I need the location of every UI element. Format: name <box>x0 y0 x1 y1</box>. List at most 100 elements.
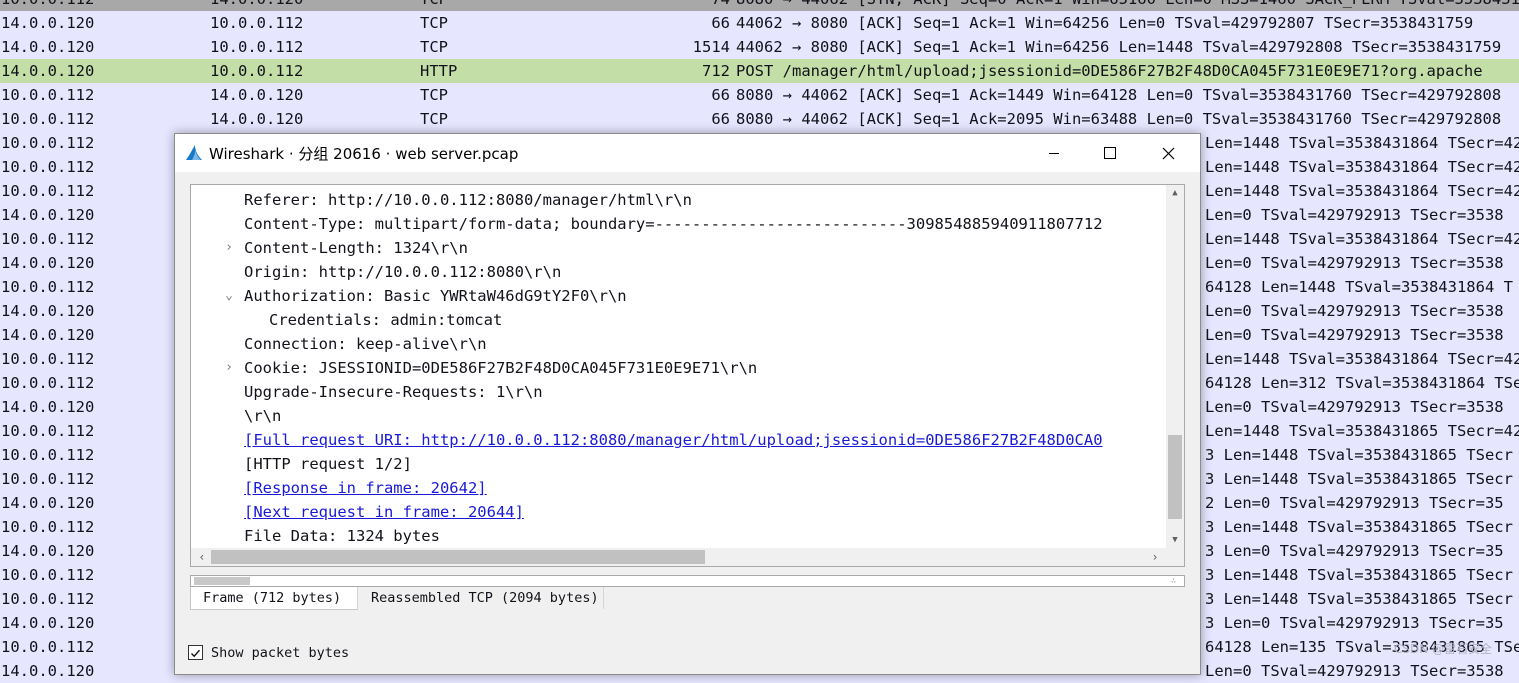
packet-source: 10.0.0.112 <box>1 374 95 392</box>
minimize-button[interactable] <box>1025 134 1083 172</box>
packet-length: 66 <box>711 86 730 104</box>
packet-info-visible: Len=0 TSval=429792913 TSecr=3538 <box>1205 206 1504 224</box>
resize-grip-icon[interactable]: ∴ <box>1171 576 1176 586</box>
detail-line[interactable]: [Next request in frame: 20644] <box>191 500 1166 524</box>
packet-source: 10.0.0.112 <box>1 590 95 608</box>
detail-line[interactable]: ⌄ Authorization: Basic YWRtaW46dG9tY2F0\r… <box>191 284 1166 308</box>
packet-destination: 10.0.0.112 <box>210 38 304 56</box>
detail-line[interactable]: › Cookie: JSESSIONID=0DE586F27B2F48D0CA04… <box>191 356 1166 380</box>
tab-reassembled-tcp[interactable]: Reassembled TCP (2094 bytes) <box>357 587 604 609</box>
detail-text: [HTTP request 1/2] <box>244 455 412 473</box>
detail-text: \r\n <box>244 407 282 425</box>
packet-info-visible: Len=0 TSval=429792913 TSecr=3538 <box>1205 662 1504 680</box>
packet-info-visible: 3 Len=1448 TSval=3538431865 TSecr <box>1205 566 1513 584</box>
collapsed-arrow-icon[interactable]: › <box>222 236 236 260</box>
packet-row[interactable]: 10.0.0.112 14.0.0.120 TCP 66 8080 → 44062 [A… <box>0 107 1519 131</box>
title-bar[interactable]: Wireshark · 分组 20616 · web server.pcap <box>175 134 1200 172</box>
scroll-left-arrow-icon[interactable]: ‹ <box>193 548 211 566</box>
detail-line[interactable]: File Data: 1324 bytes <box>191 524 1166 548</box>
collapsed-arrow-icon[interactable]: › <box>222 356 236 380</box>
checkbox-box[interactable] <box>188 645 203 660</box>
packet-source: 10.0.0.112 <box>1 278 95 296</box>
detail-line[interactable]: › Content-Length: 1324\r\n <box>191 236 1166 260</box>
packet-source: 14.0.0.120 <box>1 542 95 560</box>
detail-text: Content-Type: multipart/form-data; bound… <box>244 215 1103 233</box>
detail-link[interactable]: [Full request URI: http://10.0.0.112:808… <box>244 428 1103 452</box>
packet-protocol: HTTP <box>420 62 458 80</box>
scroll-corner <box>1166 548 1184 566</box>
packet-row[interactable]: 10.0.0.112 14.0.0.120 TCP 66 8080 → 44062 [A… <box>0 83 1519 107</box>
packet-source: 14.0.0.120 <box>1 662 95 680</box>
packet-details-tree[interactable]: Referer: http://10.0.0.112:8080/manager/… <box>190 184 1185 567</box>
detail-line[interactable]: \r\n <box>191 404 1166 428</box>
detail-line[interactable]: Connection: keep-alive\r\n <box>191 332 1166 356</box>
packet-source: 10.0.0.112 <box>1 110 95 128</box>
packet-info-visible: Len=0 TSval=429792913 TSecr=3538 <box>1205 326 1504 344</box>
packet-source: 10.0.0.112 <box>1 446 95 464</box>
packet-info-visible: 2 Len=0 TSval=429792913 TSecr=35 <box>1205 494 1504 512</box>
detail-line[interactable]: Referer: http://10.0.0.112:8080/manager/… <box>191 188 1166 212</box>
packet-info: 44062 → 8080 [ACK] Seq=1 Ack=1 Win=64256… <box>736 14 1474 32</box>
packet-source: 10.0.0.112 <box>1 518 95 536</box>
packet-length: 66 <box>711 110 730 128</box>
bytes-scroll-thumb[interactable] <box>194 577 250 585</box>
detail-line[interactable]: Content-Type: multipart/form-data; bound… <box>191 212 1166 236</box>
detail-line[interactable]: Origin: http://10.0.0.112:8080\r\n <box>191 260 1166 284</box>
packet-destination: 10.0.0.112 <box>210 14 304 32</box>
packet-row[interactable]: 14.0.0.120 10.0.0.112 HTTP 712 POST /manager… <box>0 59 1519 83</box>
detail-link[interactable]: [Next request in frame: 20644] <box>244 500 524 524</box>
minimize-icon <box>1049 153 1059 154</box>
packet-bytes-pane[interactable]: ∴ <box>190 575 1185 587</box>
packet-info: 8080 → 44062 [ACK] Seq=1 Ack=2095 Win=63… <box>736 110 1502 128</box>
close-icon <box>1162 147 1174 159</box>
packet-source: 10.0.0.112 <box>1 566 95 584</box>
packet-destination: 14.0.0.120 <box>210 110 304 128</box>
packet-row[interactable]: 14.0.0.120 10.0.0.112 TCP 66 44062 → 8080 [A… <box>0 11 1519 35</box>
horizontal-scroll-thumb[interactable] <box>211 550 705 564</box>
detail-text: Cookie: JSESSIONID=0DE586F27B2F48D0CA045… <box>244 359 758 377</box>
detail-link[interactable]: [Response in frame: 20642] <box>244 476 487 500</box>
packet-info-visible: Len=0 TSval=429792913 TSecr=3538 <box>1205 302 1504 320</box>
packet-source: 14.0.0.120 <box>1 326 95 344</box>
detail-line[interactable]: [Response in frame: 20642] <box>191 476 1166 500</box>
packet-info-visible: Len=1448 TSval=3538431865 TSecr=429 <box>1205 422 1519 440</box>
expanded-arrow-icon[interactable]: ⌄ <box>222 284 236 308</box>
packet-protocol: TCP <box>420 14 448 32</box>
close-button[interactable] <box>1139 134 1197 172</box>
maximize-button[interactable] <box>1081 134 1139 172</box>
packet-info-visible: Len=1448 TSval=3538431864 TSecr=429 <box>1205 182 1519 200</box>
packet-source: 14.0.0.120 <box>1 38 95 56</box>
detail-text: Origin: http://10.0.0.112:8080\r\n <box>244 263 562 281</box>
detail-text: Connection: keep-alive\r\n <box>244 335 487 353</box>
detail-line[interactable]: Upgrade-Insecure-Requests: 1\r\n <box>191 380 1166 404</box>
packet-source: 10.0.0.112 <box>1 230 95 248</box>
tab-frame[interactable]: Frame (712 bytes) <box>190 587 358 610</box>
vertical-scroll-thumb[interactable] <box>1168 435 1182 519</box>
detail-lines: Referer: http://10.0.0.112:8080/manager/… <box>191 188 1166 548</box>
packet-length: 712 <box>702 62 730 80</box>
vertical-scrollbar[interactable]: ▲ ▼ <box>1166 185 1184 548</box>
packet-row[interactable]: 14.0.0.120 10.0.0.112 TCP 1514 44062 → 8080 … <box>0 35 1519 59</box>
horizontal-scrollbar[interactable]: ‹ › <box>191 548 1166 566</box>
scroll-up-arrow-icon[interactable]: ▲ <box>1166 185 1184 201</box>
detail-line[interactable]: [HTTP request 1/2] <box>191 452 1166 476</box>
packet-source: 14.0.0.120 <box>1 614 95 632</box>
packet-protocol: TCP <box>420 38 448 56</box>
packet-info: POST /manager/html/upload;jsessionid=0DE… <box>736 62 1483 80</box>
packet-source: 14.0.0.120 <box>1 254 95 272</box>
packet-length: 66 <box>711 14 730 32</box>
packet-row[interactable]: 10.0.0.112 14.0.0.120 TCP 74 8080 → 44062 [S… <box>0 0 1519 11</box>
scroll-down-arrow-icon[interactable]: ▼ <box>1166 532 1184 548</box>
packet-info-visible: Len=1448 TSval=3538431864 TSecr=429 <box>1205 230 1519 248</box>
packet-source: 14.0.0.120 <box>1 398 95 416</box>
packet-length: 74 <box>640 0 730 11</box>
detail-line[interactable]: Credentials: admin:tomcat <box>191 308 1166 332</box>
detail-line[interactable]: [Full request URI: http://10.0.0.112:808… <box>191 428 1166 452</box>
scroll-right-arrow-icon[interactable]: › <box>1146 548 1164 566</box>
packet-destination: 14.0.0.120 <box>210 0 303 11</box>
checkmark-icon <box>191 649 201 658</box>
packet-protocol: TCP <box>420 0 448 11</box>
packet-source: 10.0.0.112 <box>1 134 95 152</box>
packet-source: 10.0.0.112 <box>1 158 95 176</box>
packet-source: 10.0.0.112 <box>1 470 95 488</box>
